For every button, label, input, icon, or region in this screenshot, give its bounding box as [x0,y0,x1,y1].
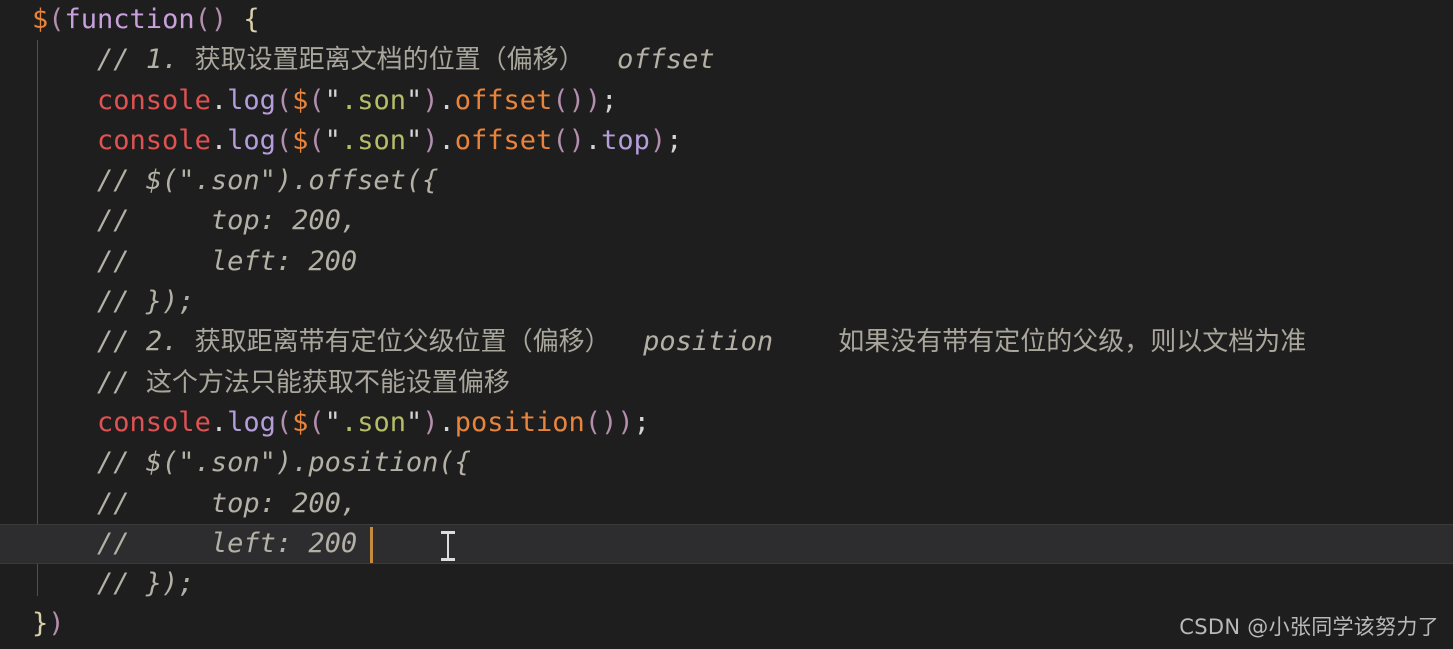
token-comment-gap [585,44,618,75]
code-line-5[interactable]: // $(".son").offset({ [0,161,1453,201]
token-comment-word-offset: offset [617,44,715,76]
token-dot-3: . [584,124,602,156]
token-property-log: log [227,406,276,438]
code-line-11[interactable]: console.log($(".son").position()); [0,403,1453,443]
code-editor[interactable]: $(function() { // 1. 获取设置距离文档的位置（偏移） off… [0,0,1453,649]
token-close-paren: ) [48,608,65,640]
token-paren-close: ) [422,406,439,438]
code-line-6[interactable]: // top: 200, [0,201,1453,241]
token-paren-close: ) [422,84,439,116]
token-semicolon: ; [601,84,618,116]
token-paren-close: ) [422,124,439,156]
token-comment-gap-2 [773,326,838,357]
token-comment-chinese: 这个方法只能获取不能设置偏移 [145,367,510,398]
token-tail-parens: ()) [584,406,634,438]
token-method-offset: offset [454,124,553,156]
token-paren-open-2: ( [308,124,325,156]
token-close-brace: } [32,608,49,640]
token-semicolon: ; [666,124,683,156]
code-line-4[interactable]: console.log($(".son").offset().top); [0,121,1453,161]
token-mid-parens: () [552,124,585,156]
token-object-console: console [97,406,211,438]
token-quote-open: " [324,406,341,438]
token-property-top: top [601,124,650,156]
token-comment-slashes: // [97,326,146,358]
token-object-console: console [97,84,211,116]
token-quote-open: " [324,124,341,156]
token-dollar: $ [292,124,309,156]
token-open-brace: { [243,4,260,35]
token-comment-line: // }); [97,286,195,318]
token-property-log: log [227,124,276,156]
token-dot: . [210,84,228,116]
token-paren-open: ( [275,406,293,438]
code-line-3[interactable]: console.log($(".son").offset()); [0,81,1453,121]
token-quote-close: " [405,84,423,116]
code-line-1[interactable]: $(function() { [0,0,1453,40]
code-lines-container: $(function() { // 1. 获取设置距离文档的位置（偏移） off… [0,0,1453,645]
token-dot-2: . [438,84,455,116]
token-comment-chinese: 获取距离带有定位父级位置（偏移） [194,327,611,358]
text-caret [370,527,373,563]
code-line-7[interactable]: // left: 200 [0,242,1453,282]
token-comment-line: // top: 200, [97,205,358,237]
token-paren-open-2: ( [308,84,325,116]
token-dot: . [210,406,228,438]
token-object-console: console [97,124,211,156]
token-paren-open: ( [275,124,293,156]
token-quote-open: " [324,84,341,116]
token-dollar: $ [292,84,309,116]
token-semicolon: ; [633,406,650,438]
token-comment-line: // top: 200, [97,487,358,519]
code-line-12[interactable]: // $(".son").position({ [0,443,1453,483]
token-open-paren: ( [48,4,65,35]
token-comment-number: 2. [145,326,195,358]
token-string-son: .son [340,124,406,156]
token-comment-slashes: // [97,366,146,398]
code-line-2[interactable]: // 1. 获取设置距离文档的位置（偏移） offset [0,40,1453,80]
watermark-text: CSDN @小张同学该努力了 [1179,615,1439,639]
token-comment-line: // $(".son").position({ [97,447,471,479]
code-line-15[interactable]: // }); [0,564,1453,604]
token-comment-line: // left: 200 [97,245,358,277]
code-line-8[interactable]: // }); [0,282,1453,322]
token-comment-line: // left: 200 [97,527,358,559]
token-quote-close: " [405,406,423,438]
token-keyword-function: function [64,4,195,35]
token-dot-2: . [438,406,455,438]
token-tail-parens: ()) [552,84,602,116]
token-comment-word-position: position [643,326,774,358]
token-method-position: position [454,406,585,438]
token-dot: . [210,124,228,156]
token-method-offset: offset [454,84,553,116]
token-tail-paren: ) [649,124,667,156]
code-line-9[interactable]: // 2. 获取距离带有定位父级位置（偏移） position 如果没有带有定位… [0,322,1453,362]
code-line-14-current[interactable]: // left: 200 [0,523,1453,565]
token-dot-2: . [438,124,455,156]
code-line-10[interactable]: // 这个方法只能获取不能设置偏移 [0,363,1453,403]
token-comment-gap-1 [611,326,644,357]
token-quote-close: " [405,124,423,156]
token-call-parens: () [194,4,228,35]
code-line-13[interactable]: // top: 200, [0,484,1453,524]
token-dollar: $ [292,406,309,438]
token-comment-chinese: 获取设置距离文档的位置（偏移） [194,45,585,76]
token-paren-open-2: ( [308,406,325,438]
token-dollar: $ [32,4,49,35]
token-comment-slashes: // [97,44,146,76]
token-string-son: .son [340,406,406,438]
token-comment-line: // }); [97,568,195,600]
token-property-log: log [227,84,276,116]
token-comment-number: 1. [145,44,195,76]
token-string-son: .son [340,84,406,116]
token-comment-chinese-2: 如果没有带有定位的父级，则以文档为准 [838,327,1307,358]
token-paren-open: ( [275,84,293,116]
token-comment-line: // $(".son").offset({ [97,165,439,197]
